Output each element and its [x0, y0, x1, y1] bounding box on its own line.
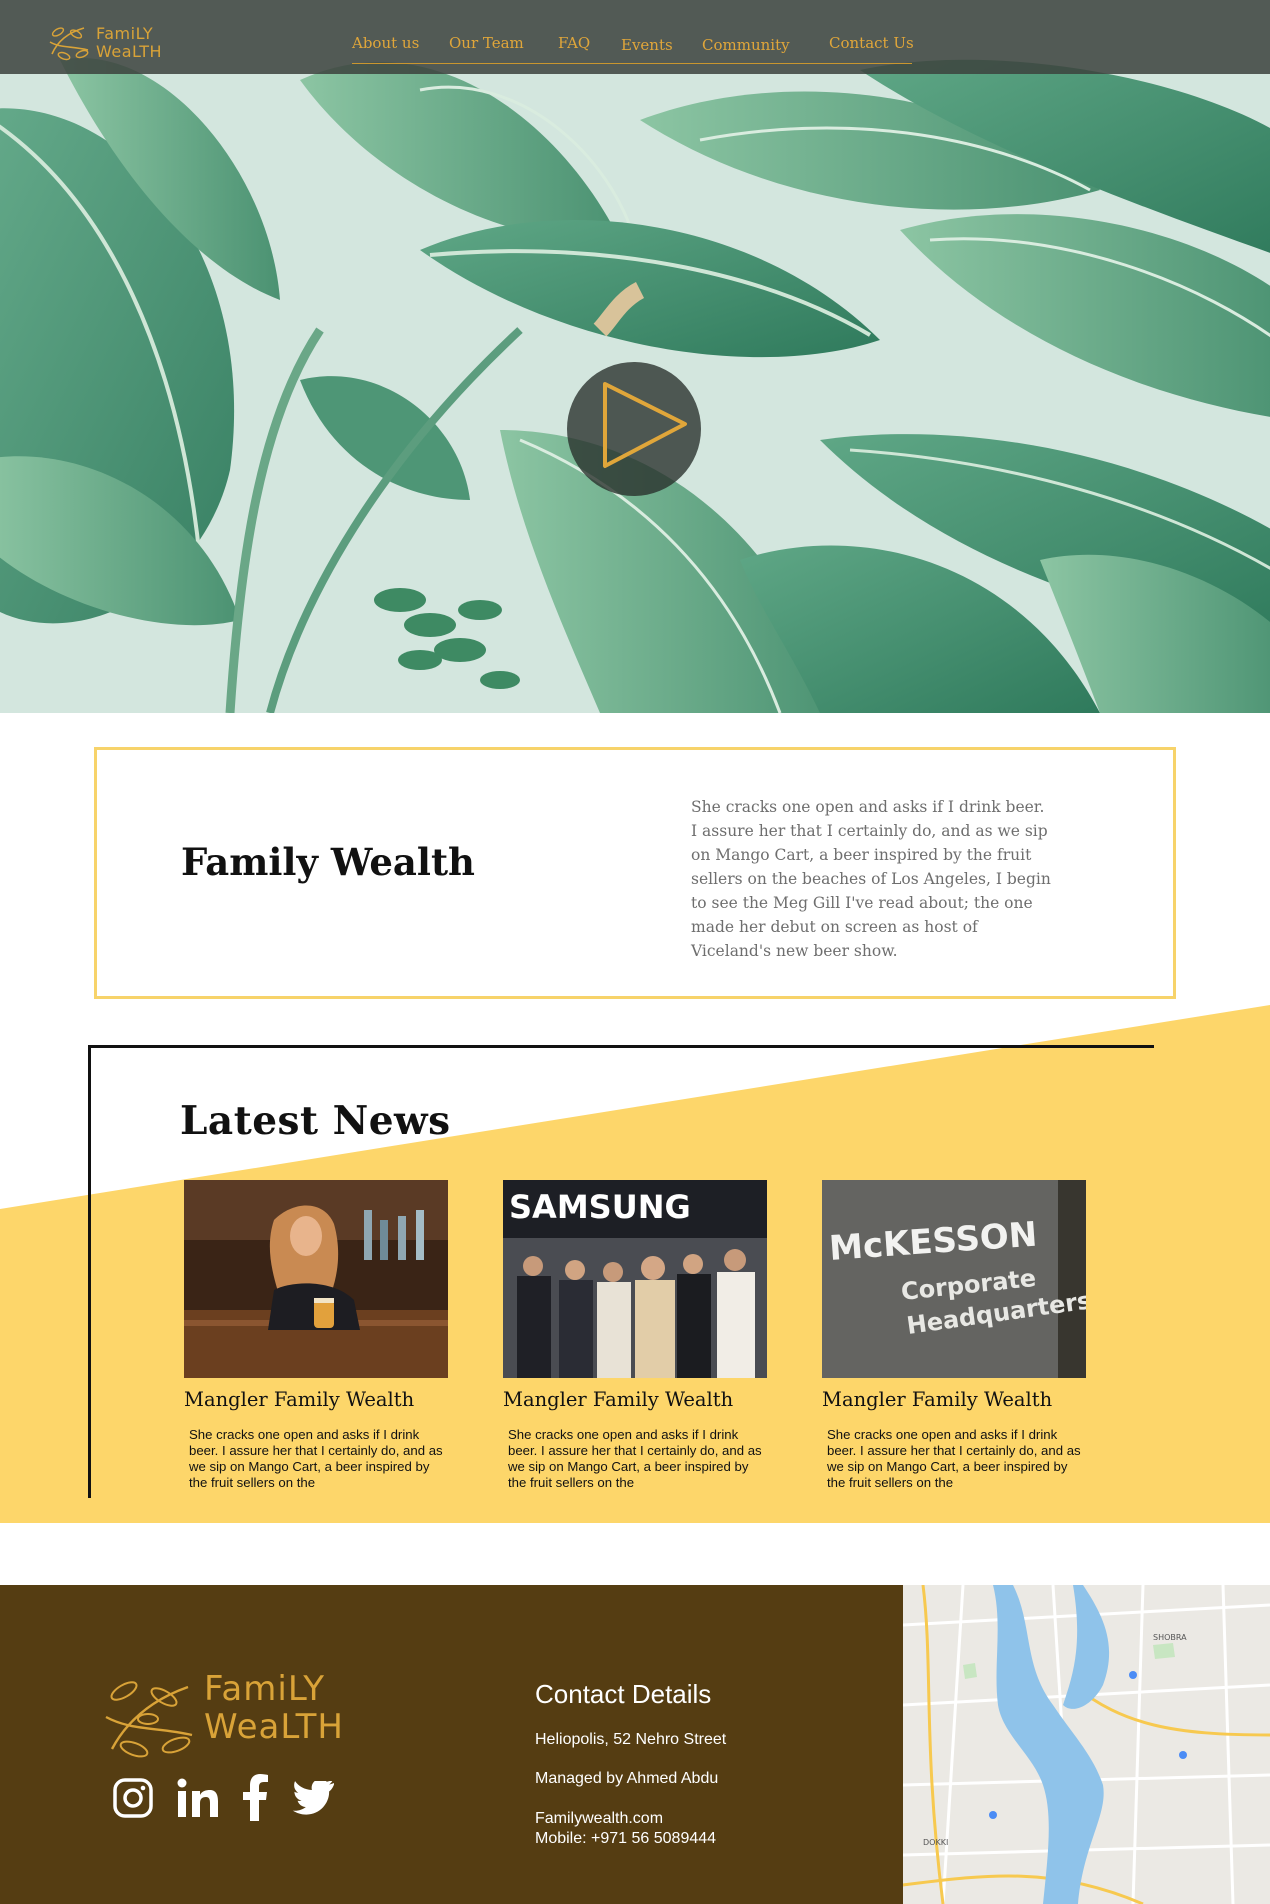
- contact-manager: Managed by Ahmed Abdu: [535, 1770, 719, 1787]
- cairo-map-illustration: SHOBRA DOKKI: [903, 1585, 1270, 1904]
- navigation-bar: FamiLY WeaLTH About us Our Team FAQ Even…: [0, 0, 1270, 74]
- news-card-image[interactable]: [184, 1180, 448, 1378]
- map-label-dokki: DOKKI: [923, 1838, 948, 1847]
- leaf-monogram-icon: [105, 1681, 193, 1758]
- nav-community[interactable]: Community: [702, 36, 790, 54]
- footer-brand-line2: WeaLTH: [204, 1707, 344, 1747]
- linkedin-icon[interactable]: [176, 1777, 220, 1824]
- contact-address: Heliopolis, 52 Nehro Street: [535, 1731, 727, 1748]
- instagram-icon[interactable]: [112, 1777, 154, 1824]
- samsung-sign: SAMSUNG: [509, 1188, 691, 1226]
- twitter-icon[interactable]: [292, 1779, 335, 1822]
- banana-bunch: [374, 588, 520, 689]
- news-card-title[interactable]: Mangler Family Wealth: [503, 1388, 767, 1411]
- nav-contact-us[interactable]: Contact Us: [829, 34, 914, 52]
- news-card-title[interactable]: Mangler Family Wealth: [184, 1388, 448, 1411]
- intro-title: Family Wealth: [181, 840, 475, 884]
- news-card[interactable]: SAMSUNG Mangler Family Wealth She cracks…: [503, 1180, 767, 1491]
- news-card-text: She cracks one open and asks if I drink …: [508, 1427, 762, 1490]
- contact-website[interactable]: Familywealth.com: [535, 1810, 663, 1828]
- news-card-title[interactable]: Mangler Family Wealth: [822, 1388, 1086, 1411]
- facebook-icon[interactable]: [242, 1773, 268, 1826]
- news-card-text: She cracks one open and asks if I drink …: [189, 1427, 443, 1490]
- latest-news-title: Latest News: [180, 1098, 451, 1144]
- nav-faq[interactable]: FAQ: [558, 34, 590, 52]
- intro-box: Family Wealth She cracks one open and as…: [94, 747, 1176, 999]
- news-frame-left-line: [88, 1045, 91, 1498]
- map-label-shobra: SHOBRA: [1153, 1633, 1187, 1642]
- news-card-image[interactable]: SAMSUNG: [503, 1180, 767, 1378]
- banana-leaves-illustration: [0, 57, 1270, 713]
- main-nav: About us Our Team FAQ Events Community C…: [0, 28, 1270, 68]
- footer-brand-line1: FamiLY: [204, 1669, 326, 1709]
- news-card-image[interactable]: McKESSON Corporate Headquarters: [822, 1180, 1086, 1378]
- contact-mobile[interactable]: Mobile: +971 56 5089444: [535, 1830, 716, 1848]
- news-frame-top-line: [88, 1045, 1154, 1048]
- mckesson-hq-photo: McKESSON Corporate Headquarters: [822, 1180, 1086, 1378]
- nav-our-team[interactable]: Our Team: [449, 34, 524, 52]
- footer-logo[interactable]: FamiLY WeaLTH: [98, 1669, 358, 1769]
- woman-at-bar-photo: [184, 1180, 448, 1378]
- news-card[interactable]: McKESSON Corporate Headquarters Mangler …: [822, 1180, 1086, 1491]
- intro-text: She cracks one open and asks if I drink …: [691, 798, 1051, 960]
- nav-underline: [352, 63, 912, 64]
- play-icon: [603, 382, 687, 468]
- play-video-button[interactable]: [567, 362, 701, 496]
- news-card-text: She cracks one open and asks if I drink …: [827, 1427, 1081, 1490]
- contact-details-title: Contact Details: [535, 1679, 712, 1709]
- news-card[interactable]: Mangler Family Wealth She cracks one ope…: [184, 1180, 448, 1491]
- nav-events[interactable]: Events: [621, 36, 673, 54]
- hero-banner: FamiLY WeaLTH About us Our Team FAQ Even…: [0, 0, 1270, 713]
- location-map[interactable]: SHOBRA DOKKI: [903, 1585, 1270, 1904]
- samsung-event-photo: SAMSUNG: [503, 1180, 767, 1378]
- nav-about-us[interactable]: About us: [352, 34, 419, 52]
- footer: FamiLY WeaLTH Contact Details Heliopolis…: [0, 1585, 903, 1904]
